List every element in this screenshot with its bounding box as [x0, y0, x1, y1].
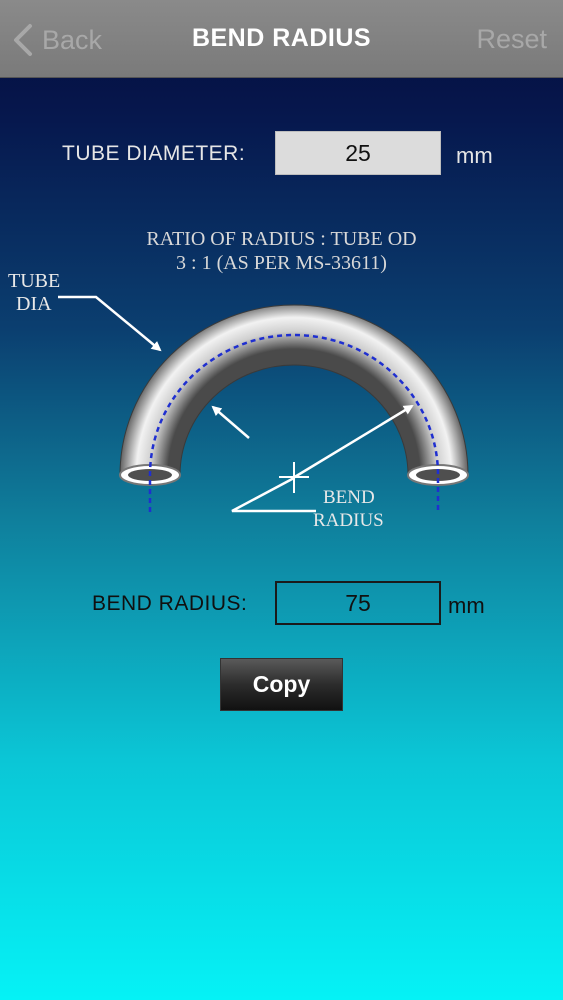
tube-dia-label-line1: TUBE — [8, 270, 61, 292]
bend-radius-leader — [231, 476, 316, 513]
tube-diameter-label: TUBE DIAMETER: — [62, 142, 246, 165]
bend-radius-arrow — [292, 404, 414, 480]
copy-button[interactable]: Copy — [220, 658, 343, 711]
reset-button[interactable]: Reset — [476, 24, 547, 55]
bend-diagram — [58, 295, 469, 513]
nav-bar: Back BEND RADIUS Reset — [0, 0, 563, 78]
bend-radius-unit: mm — [448, 593, 485, 618]
tube-diameter-input[interactable]: 25 — [275, 131, 441, 175]
bend-radius-output: 75 — [275, 581, 441, 625]
tube-dia-label-line2: DIA — [16, 293, 52, 315]
tube-diameter-unit: mm — [456, 143, 493, 168]
inner-wall-arrow — [211, 405, 250, 439]
tube-dia-arrow — [58, 295, 162, 352]
bend-radius-label: BEND RADIUS: — [92, 592, 248, 615]
bend-radius-label-line2: RADIUS — [313, 510, 384, 531]
tube-bend-shape — [119, 304, 469, 476]
center-cross-icon — [279, 462, 309, 493]
ratio-text-line1: RATIO OF RADIUS : TUBE OD — [146, 228, 417, 250]
bend-radius-label-line1: BEND — [323, 487, 375, 508]
